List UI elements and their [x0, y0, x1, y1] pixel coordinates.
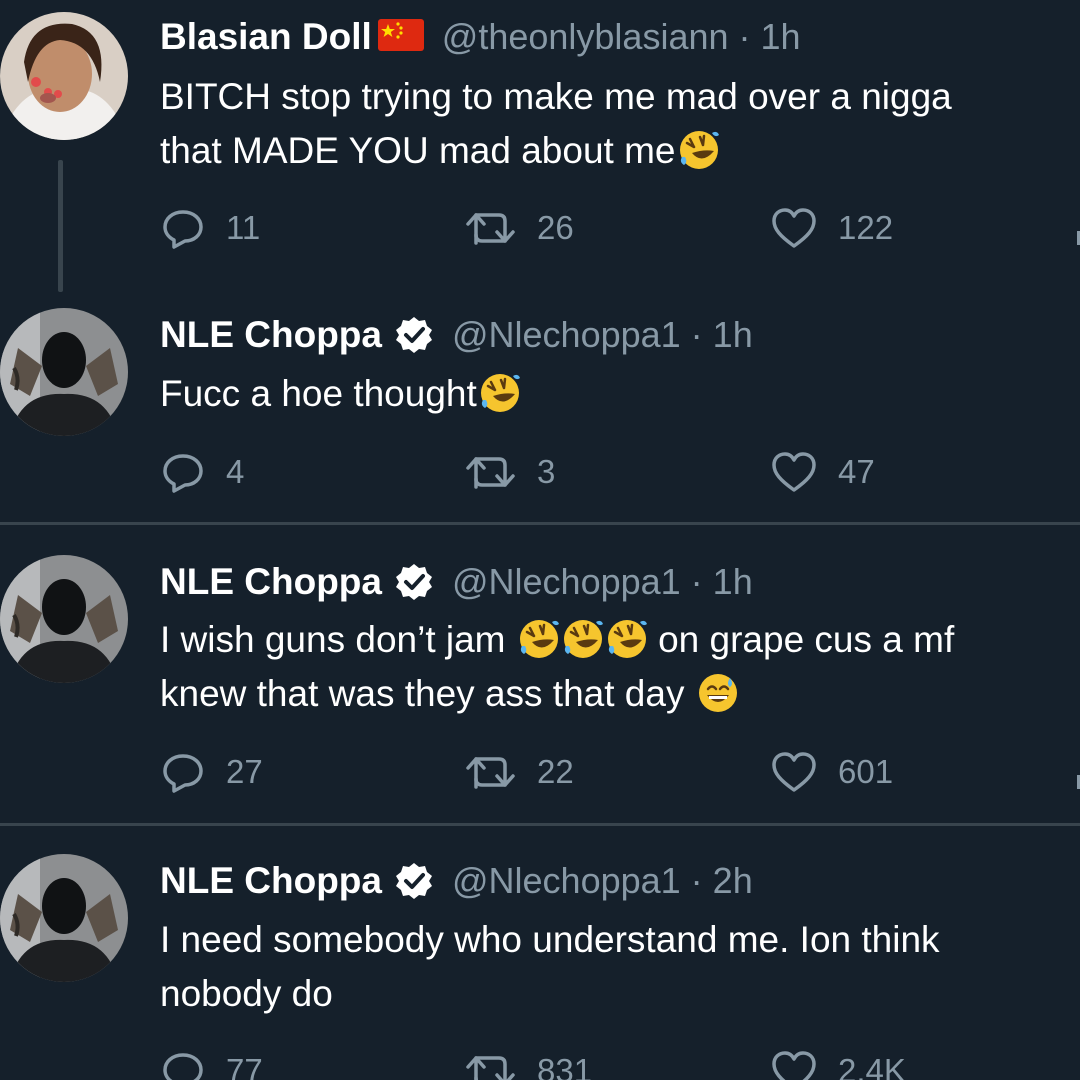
retweet-button[interactable]: 26: [465, 203, 574, 253]
retweet-count: 22: [537, 753, 574, 790]
reply-button[interactable]: 11: [160, 203, 260, 253]
handle-and-time[interactable]: @theonlyblasiann · 1h: [442, 16, 801, 58]
tweet-actions: 27 22 601: [160, 747, 1080, 797]
tweet-text-line: BITCH stop trying to make me mad over a …: [160, 76, 952, 117]
retweet-count: 26: [537, 209, 574, 246]
like-count: 601: [838, 753, 894, 790]
avatar[interactable]: [0, 308, 128, 436]
tweet-text: BITCH stop trying to make me mad over a …: [160, 70, 952, 178]
reply-button[interactable]: 4: [160, 447, 244, 497]
tweet-text-line: I wish guns don’t jam on grape cus a mf: [160, 618, 955, 660]
reply-button[interactable]: 77: [160, 1046, 263, 1080]
like-count: 2.4K: [838, 1052, 906, 1080]
tweet-text: I wish guns don’t jam on grape cus a mf …: [160, 613, 954, 721]
tweet[interactable]: NLE Choppa @Nlechoppa1 · 1h Fucc a hoe t…: [0, 300, 1080, 522]
handle-and-time[interactable]: @Nlechoppa1 · 2h: [452, 860, 753, 902]
rolling-on-floor-laughing-emoji: [479, 372, 521, 414]
handle-and-time[interactable]: @Nlechoppa1 · 1h: [452, 314, 753, 356]
tweet-header: Blasian Doll @theonlyblasiann · 1h: [160, 12, 801, 62]
reply-icon: [163, 454, 203, 493]
tweet-text-line: Fucc a hoe thought: [160, 367, 521, 421]
retweet-icon: [466, 213, 515, 245]
tweet-text-line: that MADE YOU mad about me: [160, 124, 952, 178]
grinning-face-with-sweat-emoji: [697, 672, 738, 714]
tweet-actions: 4 3 47: [160, 447, 1080, 497]
tweet-header: NLE Choppa @Nlechoppa1 · 2h: [160, 856, 753, 906]
tweet-text: I need somebody who understand me. Ion t…: [160, 913, 940, 1021]
rolling-on-floor-laughing-emoji: [518, 618, 560, 660]
verified-badge-icon: [394, 315, 434, 355]
retweet-icon: [466, 757, 515, 789]
tweet-text: Fucc a hoe thought: [160, 367, 521, 421]
verified-badge-icon: [394, 861, 434, 901]
reply-count: 4: [226, 453, 245, 490]
tweet[interactable]: Blasian Doll @theonlyblasiann · 1h BITCH…: [0, 0, 1080, 300]
like-count: 47: [838, 453, 875, 490]
tweet-text-line: I need somebody who understand me. Ion t…: [160, 919, 940, 960]
rolling-on-floor-laughing-emoji: [562, 618, 604, 660]
like-button[interactable]: 122: [770, 203, 893, 253]
rolling-on-floor-laughing-emoji: [606, 618, 648, 660]
retweet-count: 831: [537, 1052, 593, 1080]
tweet-actions: 77 831 2.4K: [160, 1046, 1080, 1080]
like-button[interactable]: 601: [770, 747, 893, 797]
retweet-button[interactable]: 831: [465, 1046, 592, 1080]
verified-badge-icon: [394, 562, 434, 602]
reply-icon: [163, 754, 203, 793]
thread-connector: [58, 160, 63, 292]
display-name[interactable]: NLE Choppa: [160, 314, 382, 356]
heart-icon: [772, 452, 816, 492]
display-name[interactable]: Blasian Doll: [160, 16, 372, 58]
display-name[interactable]: NLE Choppa: [160, 860, 382, 902]
tweet[interactable]: NLE Choppa @Nlechoppa1 · 1h I wish guns …: [0, 525, 1080, 823]
heart-icon: [772, 1051, 816, 1080]
tweet-header: NLE Choppa @Nlechoppa1 · 1h: [160, 557, 753, 607]
heart-icon: [772, 208, 816, 248]
reply-icon: [163, 1053, 203, 1080]
reply-icon: [163, 210, 203, 249]
tweet-actions: 11 26 122: [160, 203, 1080, 253]
avatar[interactable]: [0, 12, 128, 140]
reply-button[interactable]: 27: [160, 747, 263, 797]
handle-and-time[interactable]: @Nlechoppa1 · 1h: [452, 561, 753, 603]
retweet-count: 3: [537, 453, 556, 490]
rolling-on-floor-laughing-emoji: [678, 129, 720, 171]
avatar[interactable]: [0, 854, 128, 982]
reply-count: 27: [226, 753, 263, 790]
retweet-icon: [466, 457, 515, 489]
like-button[interactable]: 2.4K: [770, 1046, 906, 1080]
china-flag-icon: [377, 18, 424, 56]
reply-count: 11: [226, 209, 261, 246]
tweet-header: NLE Choppa @Nlechoppa1 · 1h: [160, 310, 753, 360]
retweet-button[interactable]: 3: [465, 447, 555, 497]
retweet-button[interactable]: 22: [465, 747, 574, 797]
tweet-text-line: knew that was they ass that day: [160, 667, 954, 721]
reply-count: 77: [226, 1052, 263, 1080]
like-button[interactable]: 47: [770, 447, 875, 497]
heart-icon: [772, 752, 816, 792]
retweet-icon: [466, 1056, 515, 1080]
tweet[interactable]: NLE Choppa @Nlechoppa1 · 2h I need someb…: [0, 826, 1080, 1080]
avatar[interactable]: [0, 555, 128, 683]
display-name[interactable]: NLE Choppa: [160, 561, 382, 603]
like-count: 122: [838, 209, 894, 246]
tweet-text-line: nobody do: [160, 973, 333, 1014]
